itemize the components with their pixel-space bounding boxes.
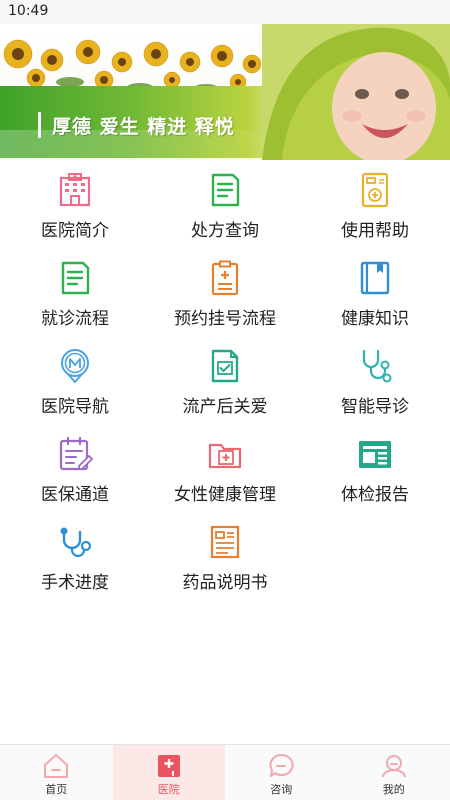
status-time: 10:49: [8, 3, 49, 19]
tab-label: 我的: [382, 783, 405, 796]
folder-cross-icon: [208, 443, 242, 469]
menu-item-drug-instructions[interactable]: 药品说明书: [150, 520, 300, 608]
prescription-doc-icon: [211, 173, 240, 207]
menu-item-post-abortion-care[interactable]: 流产后关爱: [150, 344, 300, 432]
menu-item-womens-health[interactable]: 女性健康管理: [150, 432, 300, 520]
menu-item-label: 女性健康管理: [174, 485, 276, 505]
menu-item-label: 使用帮助: [341, 221, 409, 241]
menu-item-label: 手术进度: [41, 573, 109, 593]
tab-mine[interactable]: 我的: [338, 745, 450, 800]
menu-item-prescription-query[interactable]: 处方查询: [150, 168, 300, 256]
menu-item-label: 医院简介: [41, 221, 109, 241]
menu-item-label: 流产后关爱: [182, 397, 268, 417]
tab-home[interactable]: 首页: [0, 745, 113, 800]
calculator-help-icon: [361, 172, 389, 208]
user-icon: [381, 755, 406, 778]
banner-slogan: 厚德 爱生 精进 释悦: [52, 116, 235, 138]
menu-item-label: 健康知识: [341, 309, 409, 329]
chat-icon: [269, 753, 294, 777]
hospital-building-icon: [59, 173, 91, 207]
baby-photo: [262, 24, 450, 160]
map-pin-m-icon: [61, 349, 89, 383]
calendar-edit-icon: [59, 436, 93, 471]
menu-item-help[interactable]: 使用帮助: [300, 168, 450, 256]
menu-item-hospital-navigation[interactable]: 医院导航: [0, 344, 150, 432]
tab-consult[interactable]: 咨询: [225, 745, 338, 800]
tab-label: 咨询: [270, 783, 293, 796]
menu-item-label: 预约挂号流程: [174, 309, 276, 329]
newspaper-icon: [359, 441, 391, 468]
status-bar: 10:49: [0, 0, 450, 24]
menu-item-label: 医保通道: [41, 485, 109, 505]
menu-item-health-knowledge[interactable]: 健康知识: [300, 256, 450, 344]
menu-item-label: 就诊流程: [41, 309, 109, 329]
menu-item-checkup-report[interactable]: 体检报告: [300, 432, 450, 520]
tab-label: 医院: [157, 783, 180, 796]
doc-check-icon: [211, 349, 239, 383]
menu-item-medical-insurance[interactable]: 医保通道: [0, 432, 150, 520]
home-icon: [44, 754, 68, 778]
menu-item-label: 处方查询: [191, 221, 259, 241]
menu-item-surgery-progress[interactable]: 手术进度: [0, 520, 150, 608]
bottom-tab-bar: 首页 医院 咨询 我的: [0, 744, 450, 800]
stethoscope-blue-icon: [60, 527, 92, 558]
menu-item-label: 体检报告: [341, 485, 409, 505]
book-icon: [360, 261, 390, 295]
menu-item-hospital-intro[interactable]: 医院简介: [0, 168, 150, 256]
menu-item-label: 药品说明书: [182, 573, 268, 593]
stethoscope-icon: [362, 349, 392, 383]
menu-item-smart-triage[interactable]: 智能导诊: [300, 344, 450, 432]
visit-flow-doc-icon: [61, 261, 90, 295]
tab-label: 首页: [45, 783, 68, 796]
menu-item-appointment-flow[interactable]: 预约挂号流程: [150, 256, 300, 344]
clipboard-cross-icon: [211, 260, 239, 296]
drug-instruction-icon: [210, 525, 240, 559]
menu-item-label: 医院导航: [41, 397, 109, 417]
slogan-bar-mark: [38, 112, 41, 138]
menu-item-visit-flow[interactable]: 就诊流程: [0, 256, 150, 344]
tab-hospital[interactable]: 医院: [112, 745, 225, 800]
banner[interactable]: 厚德 爱生 精进 释悦: [0, 24, 450, 160]
menu-item-label: 智能导诊: [341, 397, 409, 417]
hospital-icon: [157, 755, 180, 777]
